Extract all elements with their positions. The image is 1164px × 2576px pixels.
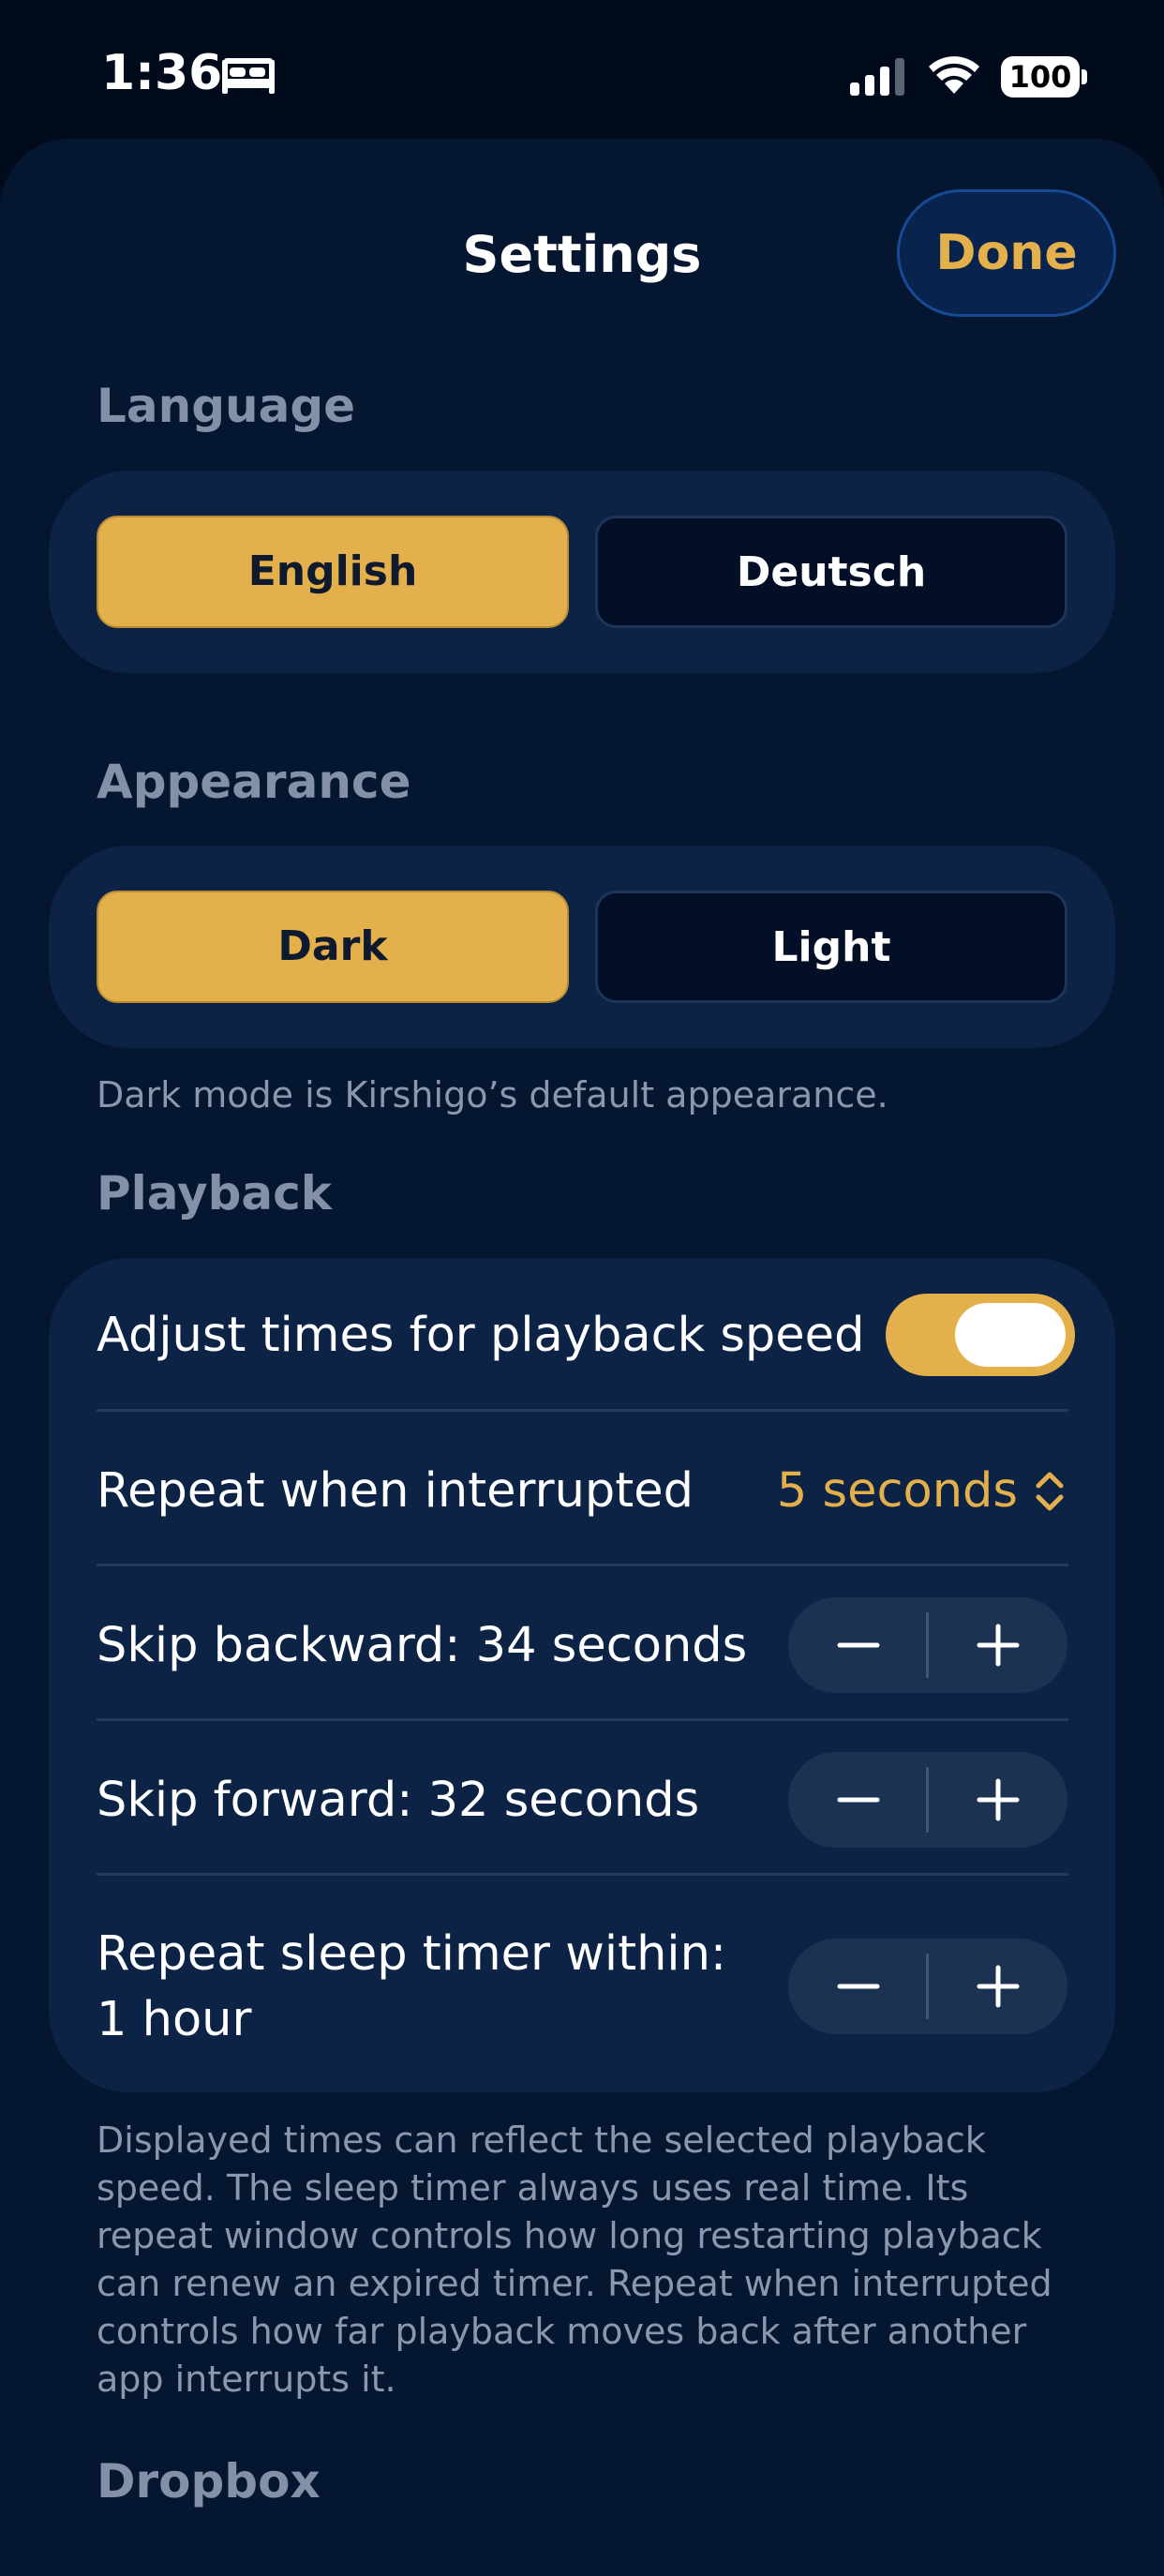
toggle-knob [955, 1303, 1066, 1367]
skip-backward-label: Skip backward: 34 seconds [97, 1618, 748, 1673]
minus-icon [837, 1797, 880, 1803]
language-option-deutsch[interactable]: Deutsch [595, 516, 1067, 628]
adjust-times-toggle[interactable] [886, 1294, 1075, 1376]
repeat-interrupted-label: Repeat when interrupted [97, 1463, 694, 1519]
row-divider [97, 1718, 1068, 1721]
wifi-icon [929, 56, 979, 94]
language-option-english[interactable]: English [97, 516, 569, 628]
skip-backward-stepper [788, 1597, 1067, 1693]
repeat-interrupted-picker[interactable]: 5 seconds [777, 1459, 1068, 1524]
status-bar: 1:36 100 [0, 0, 1164, 141]
skip-backward-decrement-button[interactable] [788, 1597, 928, 1693]
bed-icon [222, 58, 275, 94]
adjust-times-label: Adjust times for playback speed [97, 1308, 865, 1363]
language-segmented-control: English Deutsch [49, 471, 1115, 673]
plus-icon [977, 1965, 1020, 2008]
done-button[interactable]: Done [897, 189, 1116, 317]
playback-footnote-line: Displayed times can reflect the selected… [97, 2119, 986, 2161]
battery-level: 100 [1001, 56, 1080, 97]
skip-backward-increment-button[interactable] [928, 1597, 1067, 1693]
plus-icon [977, 1778, 1020, 1821]
signal-icon [850, 58, 904, 96]
skip-forward-increment-button[interactable] [928, 1752, 1067, 1848]
status-time: 1:36 [101, 45, 223, 101]
language-section-header: Language [97, 379, 356, 433]
minus-icon [837, 1984, 880, 1989]
skip-forward-decrement-button[interactable] [788, 1752, 928, 1848]
plus-icon [977, 1624, 1020, 1667]
repeat-interrupted-value: 5 seconds [776, 1463, 1018, 1519]
appearance-option-dark[interactable]: Dark [97, 891, 569, 1003]
appearance-section-header: Appearance [97, 755, 411, 809]
row-divider [97, 1873, 1068, 1876]
appearance-option-light[interactable]: Light [595, 891, 1067, 1003]
minus-icon [837, 1642, 880, 1648]
battery-icon: 100 [1001, 56, 1087, 97]
chevron-updown-icon [1036, 1472, 1064, 1511]
sleep-timer-label-line2: 1 hour [97, 1992, 252, 2047]
sleep-timer-stepper [788, 1939, 1067, 2034]
sleep-timer-decrement-button[interactable] [788, 1939, 928, 2034]
playback-footnote-line: can renew an expired timer. Repeat when … [97, 2263, 1052, 2304]
sleep-timer-increment-button[interactable] [928, 1939, 1067, 2034]
skip-forward-stepper [788, 1752, 1067, 1848]
row-divider [97, 1564, 1068, 1566]
playback-footnote-line: repeat window controls how long restarti… [97, 2215, 1042, 2256]
playback-footnote: Displayed times can reflect the selected… [97, 2117, 1071, 2404]
row-divider [97, 1409, 1068, 1412]
battery-tip [1082, 69, 1087, 84]
playback-footnote-line: app interrupts it. [97, 2359, 396, 2400]
playback-footnote-line: controls how far playback moves back aft… [97, 2311, 1027, 2352]
appearance-segmented-control: Dark Light [49, 846, 1115, 1048]
appearance-footnote: Dark mode is Kirshigo’s default appearan… [97, 1074, 888, 1116]
skip-forward-label: Skip forward: 32 seconds [97, 1773, 700, 1828]
playback-footnote-line: speed. The sleep timer always uses real … [97, 2167, 969, 2209]
dropbox-section-header: Dropbox [97, 2454, 321, 2509]
sleep-timer-label-line1: Repeat sleep timer within: [97, 1926, 727, 1982]
playback-section-header: Playback [97, 1166, 333, 1221]
